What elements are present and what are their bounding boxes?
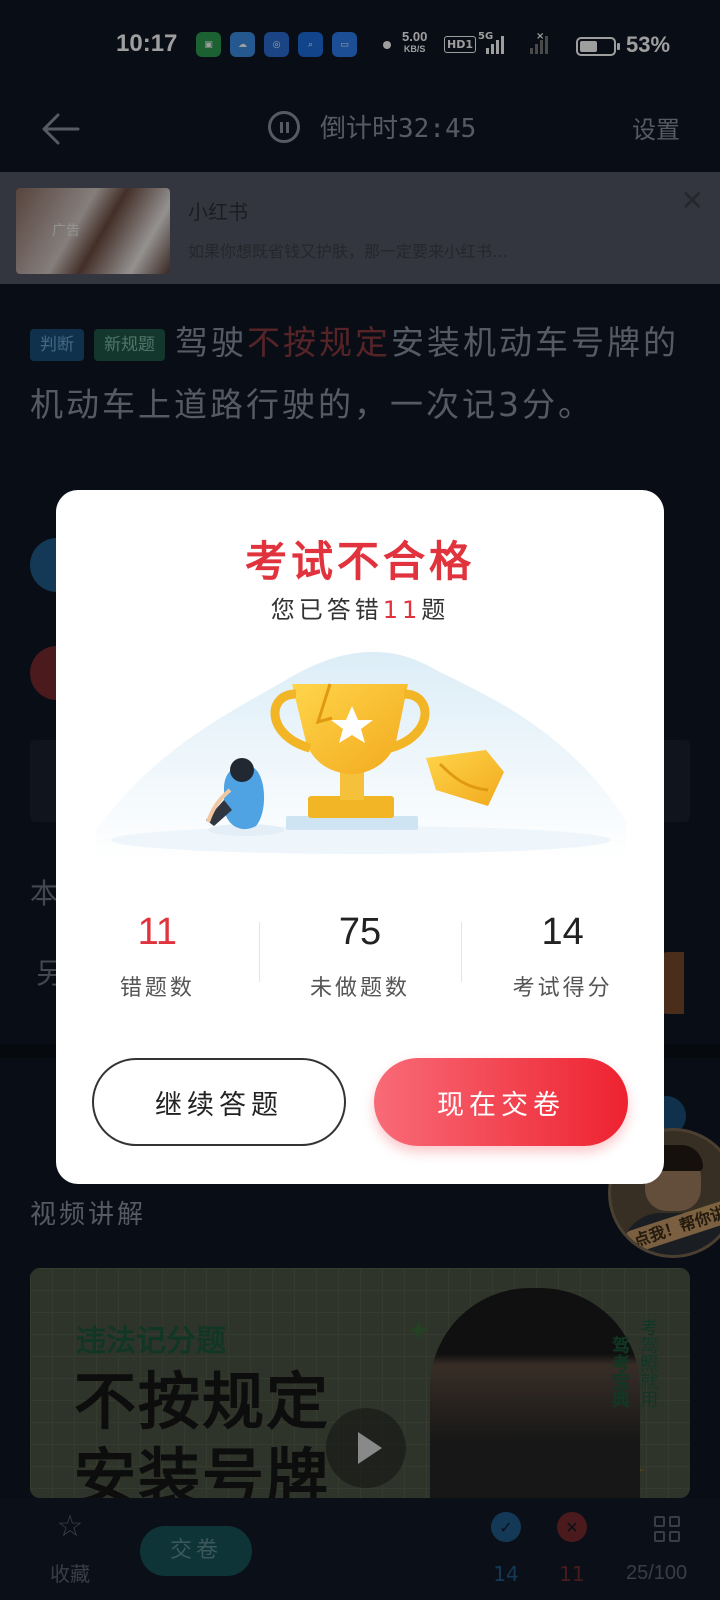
submit-now-button[interactable]: 现在交卷 <box>374 1058 628 1146</box>
person-head <box>230 758 254 782</box>
dialog-title: 考试不合格 <box>244 537 475 586</box>
stat-unanswered-label: 未做题数 <box>310 976 411 1001</box>
exam-result-dialog: 考试不合格 您已答错11题 11 错题数 75 未做题数 14 考试得分 继续答… <box>56 490 664 1184</box>
stat-unanswered: 75 未做题数 <box>258 908 462 1008</box>
stat-wrong: 11 错题数 <box>56 908 259 1008</box>
stat-score: 14 考试得分 <box>461 908 664 1008</box>
dialog-subtitle: 您已答错11题 <box>56 590 664 625</box>
trophy-plinth <box>286 816 418 830</box>
stat-score-value: 14 <box>541 911 584 953</box>
ground-shadow <box>111 826 611 854</box>
stat-unanswered-value: 75 <box>338 911 382 953</box>
continue-button[interactable]: 继续答题 <box>92 1058 346 1146</box>
dialog-subtitle-prefix: 您已答错 <box>270 596 383 624</box>
stat-wrong-value: 11 <box>137 911 178 953</box>
trophy-illustration <box>96 651 626 860</box>
dialog-wrong-count: 11 <box>382 596 422 624</box>
result-stats: 11 错题数 75 未做题数 14 考试得分 <box>56 908 664 1008</box>
stat-wrong-label: 错题数 <box>119 976 195 1001</box>
dialog-subtitle-suffix: 题 <box>421 596 450 624</box>
stat-score-label: 考试得分 <box>512 976 613 1001</box>
